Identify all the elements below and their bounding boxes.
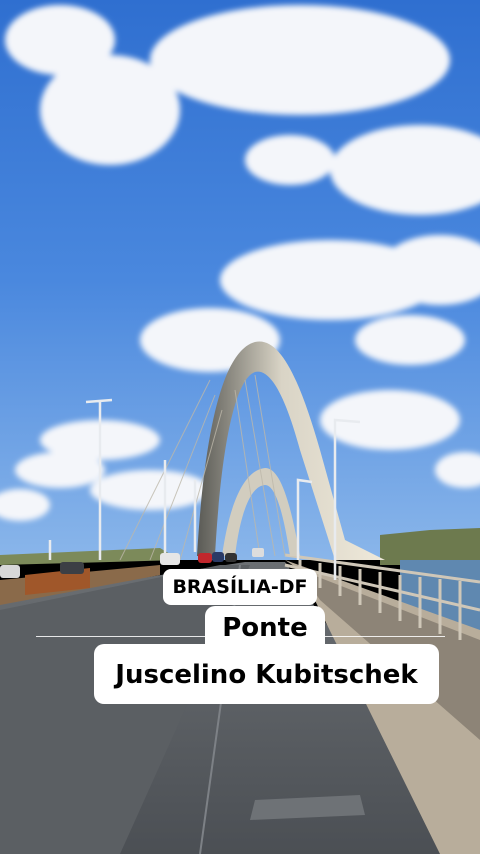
bridge-photo [0,0,480,854]
hills [380,528,480,565]
caption-rule-right [325,636,445,637]
title-caption-line2: Juscelino Kubitschek [94,644,439,704]
caption-rule-left [36,636,206,637]
location-caption: BRASÍLIA-DF [163,569,317,605]
